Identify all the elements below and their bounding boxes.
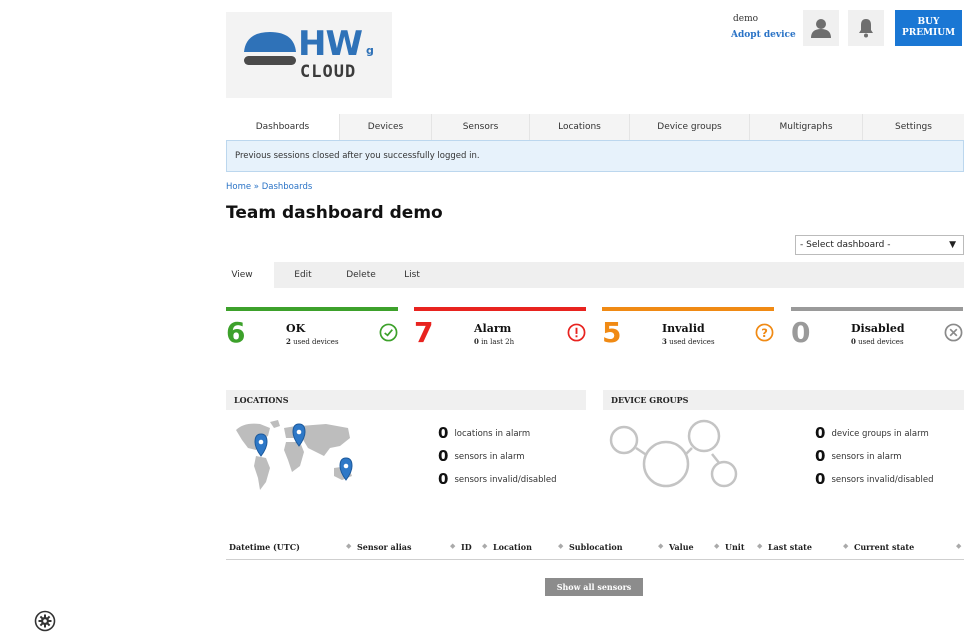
alarm-subtext: 0 in last 2h: [474, 337, 515, 346]
location-sensors-invalid-stat: 0 sensors invalid/disabled: [438, 470, 557, 488]
locations-heading: LOCATIONS: [226, 390, 586, 410]
status-bar: [602, 307, 774, 311]
group-sensors-invalid-stat: 0 sensors invalid/disabled: [815, 470, 934, 488]
buy-premium-button[interactable]: BUY PREMIUM: [895, 10, 962, 46]
device-groups-heading: DEVICE GROUPS: [603, 390, 964, 410]
status-card-invalid[interactable]: 5 Invalid 3 used devices ?: [602, 307, 774, 351]
nav-sensors[interactable]: Sensors: [432, 114, 530, 140]
device-groups-in-alarm-stat: 0 device groups in alarm: [815, 424, 929, 442]
dashboard-tabs: View Edit Delete List: [210, 262, 964, 288]
breadcrumb-home[interactable]: Home: [226, 182, 251, 192]
exclamation-circle-icon: [567, 323, 586, 342]
info-alert: Previous sessions closed after you succe…: [226, 140, 964, 172]
ok-label: OK: [286, 322, 306, 335]
world-map-icon[interactable]: [230, 418, 362, 498]
cloud-logo-icon: [244, 32, 296, 65]
nav-device-groups[interactable]: Device groups: [630, 114, 750, 140]
column-header-id[interactable]: ID: [461, 542, 472, 552]
logo-cloud-text: CLOUD: [300, 62, 357, 82]
sort-icon[interactable]: ◆: [482, 542, 487, 550]
ok-count: 6: [226, 316, 246, 349]
location-sensors-in-alarm-stat: 0 sensors in alarm: [438, 447, 525, 465]
disabled-subtext: 0 used devices: [851, 337, 904, 346]
invalid-count: 5: [602, 316, 622, 349]
nav-locations[interactable]: Locations: [530, 114, 630, 140]
hwg-cloud-logo[interactable]: HW g CLOUD: [226, 12, 392, 98]
status-bar: [791, 307, 963, 311]
nav-settings[interactable]: Settings: [863, 114, 964, 140]
alarm-count: 7: [414, 316, 434, 349]
page-title: Team dashboard demo: [226, 203, 443, 223]
breadcrumb: Home » Dashboards: [226, 182, 312, 192]
user-profile-button[interactable]: [803, 10, 839, 46]
status-bar: [414, 307, 586, 311]
notifications-button[interactable]: [848, 10, 884, 46]
ok-subtext: 2 used devices: [286, 337, 339, 346]
main-nav: Dashboards Devices Sensors Locations Dev…: [226, 114, 964, 140]
column-header-datetime[interactable]: Datetime (UTC): [229, 542, 300, 552]
disabled-label: Disabled: [851, 322, 905, 335]
show-all-sensors-button[interactable]: Show all sensors: [545, 578, 643, 596]
breadcrumb-dashboards[interactable]: Dashboards: [262, 182, 313, 192]
status-card-disabled[interactable]: 0 Disabled 0 used devices: [791, 307, 963, 351]
buy-label: BUY: [917, 17, 940, 27]
sort-icon[interactable]: ◆: [956, 542, 961, 550]
sort-icon[interactable]: ◆: [658, 542, 663, 550]
invalid-label: Invalid: [662, 322, 705, 335]
column-header-unit[interactable]: Unit: [725, 542, 745, 552]
locations-in-alarm-stat: 0 locations in alarm: [438, 424, 531, 442]
bell-icon: [859, 19, 873, 38]
tab-delete[interactable]: Delete: [332, 262, 390, 288]
sensors-table-header: Datetime (UTC) ◆ Sensor alias ◆ ID ◆ Loc…: [226, 539, 964, 560]
status-card-alarm[interactable]: 7 Alarm 0 in last 2h: [414, 307, 586, 351]
gear-icon[interactable]: [34, 610, 56, 632]
nav-dashboards[interactable]: Dashboards: [226, 114, 340, 140]
column-header-value[interactable]: Value: [669, 542, 694, 552]
tab-edit[interactable]: Edit: [274, 262, 332, 288]
column-header-location[interactable]: Location: [493, 542, 532, 552]
invalid-subtext: 3 used devices: [662, 337, 715, 346]
device-groups-graph-icon[interactable]: [608, 418, 738, 494]
adopt-device-link[interactable]: Adopt device: [731, 30, 796, 40]
sort-icon[interactable]: ◆: [757, 542, 762, 550]
nav-devices[interactable]: Devices: [340, 114, 432, 140]
tab-view[interactable]: View: [210, 262, 274, 288]
disabled-count: 0: [791, 316, 811, 349]
svg-text:?: ?: [761, 326, 768, 340]
user-icon: [811, 19, 831, 38]
column-header-sublocation[interactable]: Sublocation: [569, 542, 623, 552]
logo-g-text: g: [366, 44, 374, 57]
sort-icon[interactable]: ◆: [346, 542, 351, 550]
username: demo: [733, 14, 759, 24]
column-header-current-state[interactable]: Current state: [854, 542, 914, 552]
premium-label: PREMIUM: [901, 28, 956, 38]
group-sensors-in-alarm-stat: 0 sensors in alarm: [815, 447, 902, 465]
dropdown-arrow-icon: ▼: [949, 240, 956, 250]
nav-multigraphs[interactable]: Multigraphs: [750, 114, 863, 140]
dashboard-select-value: - Select dashboard -: [800, 240, 891, 250]
column-header-last-state[interactable]: Last state: [768, 542, 812, 552]
check-circle-icon: [379, 323, 398, 342]
logo-hw-text: HW: [298, 24, 363, 64]
sort-icon[interactable]: ◆: [714, 542, 719, 550]
sort-icon[interactable]: ◆: [843, 542, 848, 550]
question-circle-icon: ?: [755, 323, 774, 342]
status-bar: [226, 307, 398, 311]
tab-list[interactable]: List: [390, 262, 434, 288]
dashboard-select[interactable]: - Select dashboard - ▼: [795, 235, 964, 255]
column-header-sensor-alias[interactable]: Sensor alias: [357, 542, 411, 552]
breadcrumb-separator: »: [251, 182, 262, 192]
sort-icon[interactable]: ◆: [558, 542, 563, 550]
x-circle-icon: [944, 323, 963, 342]
status-card-ok[interactable]: 6 OK 2 used devices: [226, 307, 398, 351]
alarm-label: Alarm: [474, 322, 512, 335]
sort-icon[interactable]: ◆: [450, 542, 455, 550]
